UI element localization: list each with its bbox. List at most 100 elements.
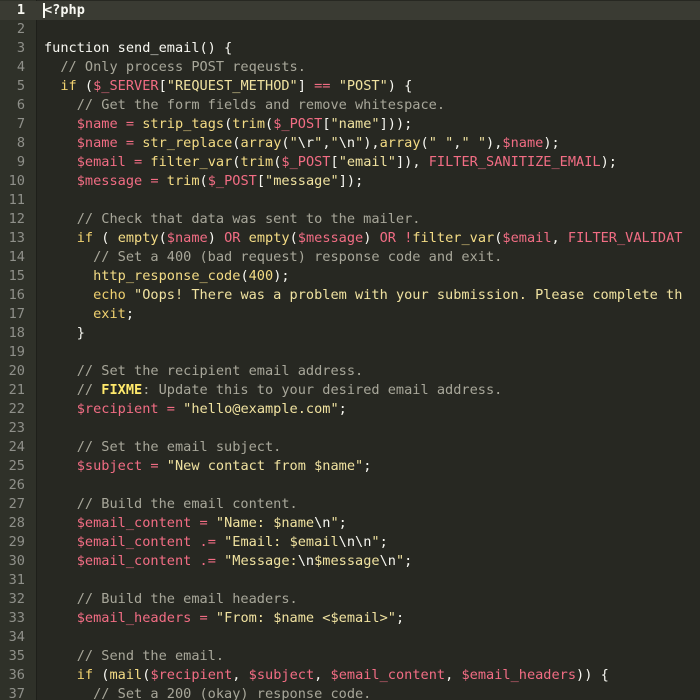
code-line[interactable]: 26 bbox=[0, 476, 700, 495]
code-token-string: " bbox=[355, 458, 364, 474]
code-text[interactable]: $email_content .= "Message:\n$message\n"… bbox=[44, 552, 413, 571]
line-number: 28 bbox=[8, 515, 25, 531]
code-line[interactable]: 33 $email_headers = "From: $name <$email… bbox=[0, 609, 700, 628]
code-text[interactable]: } bbox=[44, 324, 85, 343]
code-token-string: $email bbox=[289, 534, 339, 550]
code-text[interactable]: // Build the email headers. bbox=[44, 590, 298, 609]
code-text[interactable]: $email_content .= "Email: $email\n\n"; bbox=[44, 533, 388, 552]
code-text[interactable]: // FIXME: Update this to your desired em… bbox=[44, 381, 503, 400]
code-line[interactable]: 18 } bbox=[0, 324, 700, 343]
code-line[interactable]: 25 $subject = "New contact from $name"; bbox=[0, 457, 700, 476]
code-token-plain: } bbox=[44, 325, 85, 341]
code-text[interactable]: $recipient = "hello@example.com"; bbox=[44, 400, 347, 419]
code-text[interactable]: http_response_code(400); bbox=[44, 267, 289, 286]
code-line[interactable]: 29 $email_content .= "Email: $email\n\n"… bbox=[0, 533, 700, 552]
code-line[interactable]: 21 // FIXME: Update this to your desired… bbox=[0, 381, 700, 400]
code-line[interactable]: 30 $email_content .= "Message:\n$message… bbox=[0, 552, 700, 571]
code-token-builtin: http_response_code bbox=[93, 268, 241, 284]
code-text[interactable]: // Send the email. bbox=[44, 647, 224, 666]
code-line[interactable]: 36 if (mail($recipient, $subject, $email… bbox=[0, 666, 700, 685]
code-token-operator: .= bbox=[199, 553, 216, 569]
code-token-plain: ( bbox=[93, 230, 118, 246]
line-number: 12 bbox=[8, 211, 25, 227]
code-token-builtin: empty bbox=[117, 230, 159, 246]
code-line[interactable]: 28 $email_content = "Name: $name\n"; bbox=[0, 514, 700, 533]
code-line[interactable]: 5 if ($_SERVER["REQUEST_METHOD"] == "POS… bbox=[0, 77, 700, 96]
code-line[interactable]: 1 <?php bbox=[0, 1, 700, 20]
code-text[interactable]: // Build the email content. bbox=[44, 495, 298, 514]
code-token-plain: ); bbox=[600, 154, 617, 170]
code-text[interactable]: exit; bbox=[44, 305, 134, 324]
code-line[interactable]: 13 if ( empty($name) OR empty($message) … bbox=[0, 229, 700, 248]
code-line[interactable]: 34 bbox=[0, 628, 700, 647]
code-line[interactable]: 32 // Build the email headers. bbox=[0, 590, 700, 609]
code-line[interactable]: 15 http_response_code(400); bbox=[0, 267, 700, 286]
code-token-plain: , bbox=[551, 230, 568, 246]
code-token-comment: // Set a 400 (bad request) response code… bbox=[44, 249, 503, 265]
code-line[interactable]: 19 bbox=[0, 343, 700, 362]
code-text[interactable]: // Only process POST reqeusts. bbox=[44, 58, 306, 77]
code-text[interactable]: $message = trim($_POST["message"]); bbox=[44, 172, 364, 191]
code-text[interactable]: echo "Oops! There was a problem with you… bbox=[44, 286, 682, 305]
code-line[interactable]: 12 // Check that data was sent to the ma… bbox=[0, 210, 700, 229]
code-line[interactable]: 16 echo "Oops! There was a problem with … bbox=[0, 286, 700, 305]
code-line[interactable]: 4 // Only process POST reqeusts. bbox=[0, 58, 700, 77]
code-line[interactable]: 22 $recipient = "hello@example.com"; bbox=[0, 400, 700, 419]
code-text[interactable]: if ($_SERVER["REQUEST_METHOD"] == "POST"… bbox=[44, 77, 412, 96]
code-line[interactable]: 37 // Set a 200 (okay) response code. bbox=[0, 685, 700, 700]
code-text[interactable]: $email_headers = "From: $name <$email>"; bbox=[44, 609, 404, 628]
code-line[interactable]: 24 // Set the email subject. bbox=[0, 438, 700, 457]
code-line[interactable]: 20 // Set the recipient email address. bbox=[0, 362, 700, 381]
code-line[interactable]: 6 // Get the form fields and remove whit… bbox=[0, 96, 700, 115]
code-text[interactable]: $name = str_replace(array("\r","\n"),arr… bbox=[44, 134, 560, 153]
code-text[interactable]: // Get the form fields and remove whites… bbox=[44, 96, 445, 115]
code-line[interactable]: 2 bbox=[0, 20, 700, 39]
code-text[interactable]: if ( empty($name) OR empty($message) OR … bbox=[44, 229, 683, 248]
code-line[interactable]: 27 // Build the email content. bbox=[0, 495, 700, 514]
code-text[interactable]: // Set the email subject. bbox=[44, 438, 282, 457]
code-line[interactable]: 11 bbox=[0, 191, 700, 210]
code-line[interactable]: 7 $name = strip_tags(trim($_POST["name"]… bbox=[0, 115, 700, 134]
code-line[interactable]: 9 $email = filter_var(trim($_POST["email… bbox=[0, 153, 700, 172]
code-text[interactable]: // Set the recipient email address. bbox=[44, 362, 363, 381]
code-text[interactable]: // Set a 200 (okay) response code. bbox=[44, 685, 371, 700]
code-line[interactable]: 23 bbox=[0, 419, 700, 438]
code-editor[interactable]: 1 <?php 2 3 function send_email() {4 // Only… bbox=[0, 0, 700, 700]
code-text[interactable]: $name = strip_tags(trim($_POST["name"]))… bbox=[44, 115, 413, 134]
code-text[interactable]: $email = filter_var(trim($_POST["email"]… bbox=[44, 153, 617, 172]
code-text[interactable]: if (mail($recipient, $subject, $email_co… bbox=[44, 666, 609, 685]
code-token-operator: = bbox=[199, 610, 208, 626]
line-number: 23 bbox=[8, 420, 25, 436]
code-token-escape: \n bbox=[338, 135, 356, 151]
code-token-operator: == bbox=[314, 78, 331, 94]
code-line[interactable]: 8 $name = str_replace(array("\r","\n"),a… bbox=[0, 134, 700, 153]
code-text[interactable]: $email_content = "Name: $name\n"; bbox=[44, 514, 347, 533]
code-token-string: < bbox=[314, 610, 331, 626]
code-line[interactable]: 31 bbox=[0, 571, 700, 590]
code-token-escape: \n\n bbox=[338, 534, 372, 550]
code-text[interactable]: $subject = "New contact from $name"; bbox=[44, 457, 372, 476]
code-token-builtin: trim bbox=[232, 116, 266, 132]
code-token-string: "Message: bbox=[224, 553, 298, 569]
code-token-string: "POST" bbox=[338, 78, 388, 94]
code-token-variable: $email_content bbox=[330, 667, 446, 683]
code-line[interactable]: 10 $message = trim($_POST["message"]); bbox=[0, 172, 700, 191]
code-line[interactable]: 14 // Set a 400 (bad request) response c… bbox=[0, 248, 700, 267]
code-text[interactable]: function send_email() { bbox=[44, 39, 232, 58]
code-text[interactable]: // Check that data was sent to the maile… bbox=[44, 210, 421, 229]
line-number: 30 bbox=[8, 553, 25, 569]
code-token-plain: , bbox=[232, 667, 249, 683]
code-token-plain: ( bbox=[420, 135, 429, 151]
code-line[interactable]: 3 function send_email() { bbox=[0, 39, 700, 58]
code-line[interactable]: 17 exit; bbox=[0, 305, 700, 324]
code-text[interactable]: <?php bbox=[44, 1, 85, 20]
code-text[interactable]: // Set a 400 (bad request) response code… bbox=[44, 248, 502, 267]
code-line[interactable]: 35 // Send the email. bbox=[0, 647, 700, 666]
